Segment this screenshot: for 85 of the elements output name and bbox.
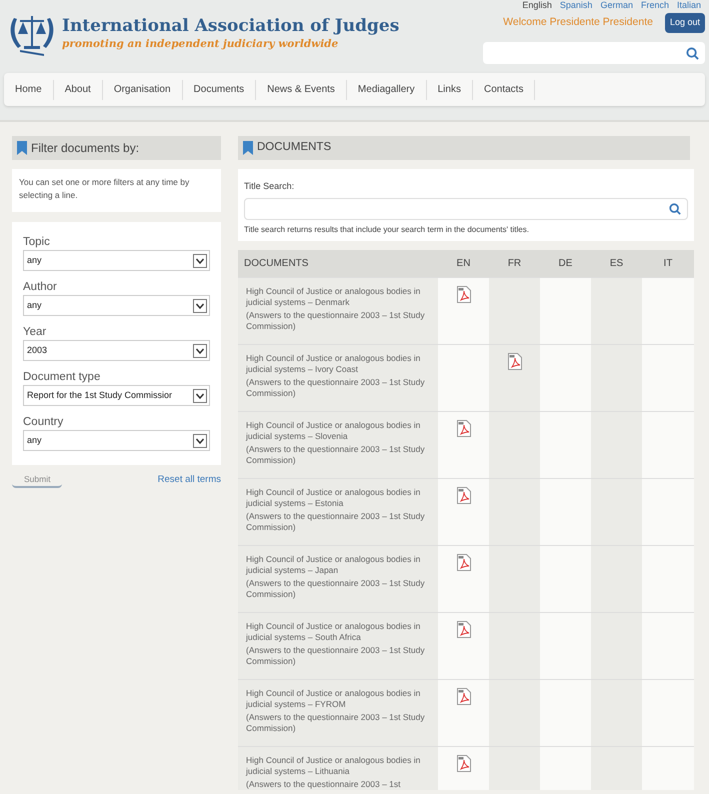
- document-note: (Answers to the questionnaire 2003 – 1st: [246, 778, 402, 790]
- title-search-field[interactable]: [244, 198, 688, 220]
- document-title: High Council of Justice or analogous bodies in judicial systems – Lithuania: [246, 754, 422, 776]
- table-cell: [489, 680, 540, 746]
- language-link[interactable]: English: [522, 0, 552, 11]
- column-header: FR: [506, 256, 522, 270]
- pdf-file-icon[interactable]: [456, 620, 470, 638]
- document-note: (Answers to the questionnaire 2003 – 1st Study Commission): [246, 712, 426, 734]
- nav-link[interactable]: About: [54, 80, 103, 100]
- table-cell: [489, 612, 540, 678]
- search-icon: [686, 46, 699, 60]
- table-cell: [591, 478, 642, 544]
- pdf-file-icon[interactable]: [456, 486, 470, 504]
- document-note: (Answers to the questionnaire 2003 – 1st Study Commission): [246, 310, 426, 332]
- document-title: High Council of Justice or analogous bodies in judicial systems – South Africa: [246, 620, 422, 642]
- language-link[interactable]: Italian: [676, 0, 701, 11]
- documents-title: DOCUMENTS: [257, 140, 332, 156]
- site-search-field[interactable]: [483, 42, 705, 64]
- logout-button[interactable]: Log out: [664, 13, 705, 32]
- pdf-file-icon[interactable]: [508, 352, 522, 370]
- document-title: High Council of Justice or analogous bodies in judicial systems – Estonia: [246, 486, 422, 508]
- document-title: High Council of Justice or analogous bodies in judicial systems – Denmark: [246, 286, 422, 308]
- select-field[interactable]: any: [23, 250, 210, 271]
- table-cell: [489, 546, 540, 612]
- document-title: High Council of Justice or analogous bodies in judicial systems – Japan: [246, 554, 422, 576]
- document-title: High Council of Justice or analogous bodies in judicial systems – FYROM: [246, 688, 422, 710]
- document-note: (Answers to the questionnaire 2003 – 1st Study Commission): [246, 376, 426, 398]
- document-title: High Council of Justice or analogous bodies in judicial systems – Slovenia: [246, 420, 422, 442]
- language-link[interactable]: German: [600, 0, 633, 11]
- dropdown-caret-icon: [193, 298, 207, 312]
- nav-link[interactable]: News & Events: [256, 80, 347, 100]
- field-label: Topic: [23, 235, 51, 250]
- pdf-file-icon[interactable]: [456, 554, 470, 570]
- dropdown-caret-icon: [193, 254, 207, 268]
- nav-link[interactable]: Documents: [182, 80, 256, 100]
- site-tagline: promoting an independent judiciary worldwide: [62, 37, 340, 52]
- title-search-hint: Title search returns results that include your search term in the documents' titles.: [244, 224, 530, 236]
- nav-link[interactable]: Contacts: [472, 80, 536, 100]
- document-note: (Answers to the questionnaire 2003 – 1st Study Commission): [246, 644, 426, 666]
- table-cell: [591, 278, 642, 344]
- bookmark-icon: [17, 141, 27, 155]
- field-label: Author: [23, 280, 58, 295]
- dropdown-caret-icon: [193, 434, 207, 448]
- table-cell: [591, 546, 642, 612]
- title-search-label: Title Search:: [244, 180, 296, 193]
- select-field[interactable]: any: [23, 295, 210, 316]
- document-note: (Answers to the questionnaire 2003 – 1st Study Commission): [246, 578, 426, 600]
- nav-link[interactable]: Home: [4, 80, 54, 100]
- column-header: IT: [662, 256, 674, 270]
- site-title: International Association of Judges: [62, 15, 400, 38]
- pdf-file-icon[interactable]: [456, 754, 470, 772]
- filter-title: Filter documents by:: [31, 140, 140, 157]
- column-header: DE: [558, 256, 574, 270]
- language-link[interactable]: Spanish: [560, 0, 592, 11]
- table-cell: [591, 412, 642, 478]
- table-cell: [489, 478, 540, 544]
- bookmark-icon: [243, 141, 253, 155]
- filter-intro: You can set one or more filters at any time by selecting a line.: [19, 176, 190, 202]
- table-cell: [591, 612, 642, 678]
- dropdown-caret-icon: [193, 388, 207, 402]
- field-label: Year: [23, 325, 48, 340]
- select-field[interactable]: any: [23, 430, 210, 451]
- table-cell: [591, 344, 642, 410]
- pdf-file-icon[interactable]: [456, 688, 470, 704]
- pdf-file-icon[interactable]: [456, 286, 470, 302]
- column-header: DOCUMENTS: [243, 256, 310, 270]
- column-header: EN: [456, 256, 472, 270]
- reset-link[interactable]: Reset all terms: [158, 473, 221, 488]
- table-cell: [591, 680, 642, 746]
- pdf-file-icon[interactable]: [456, 420, 470, 436]
- field-label: Country: [23, 415, 64, 430]
- select-field[interactable]: Report for the 1st Study Commissior: [23, 385, 210, 406]
- nav-link[interactable]: Links: [426, 80, 473, 100]
- welcome-text: Welcome Presidente Presidente: [503, 14, 653, 30]
- dropdown-caret-icon: [193, 344, 207, 358]
- nav-link[interactable]: Organisation: [102, 80, 183, 100]
- select-field[interactable]: 2003: [23, 340, 210, 361]
- document-note: (Answers to the questionnaire 2003 – 1st Study Commission): [246, 510, 426, 532]
- column-header: ES: [608, 256, 624, 270]
- field-label: Document type: [23, 370, 102, 385]
- language-link[interactable]: French: [640, 0, 669, 11]
- nav-link[interactable]: Mediagallery: [346, 80, 427, 100]
- document-note: (Answers to the questionnaire 2003 – 1st Study Commission): [246, 444, 426, 466]
- search-icon: [669, 202, 681, 214]
- document-title: High Council of Justice or analogous bodies in judicial systems – Ivory Coast: [246, 352, 422, 374]
